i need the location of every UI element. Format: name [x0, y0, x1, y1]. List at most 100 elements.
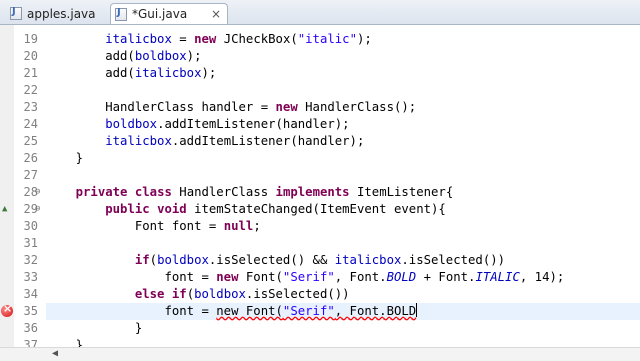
line-number: 30 [23, 219, 38, 233]
code-token: ); [356, 32, 372, 46]
code-line[interactable]: font = new Font("Serif", Font.BOLD + Fon… [46, 269, 564, 286]
code-token: HandlerClass(); [297, 100, 417, 114]
code-token: Font( [238, 270, 283, 284]
code-token: } [46, 321, 143, 335]
code-line[interactable]: italicbox = new JCheckBox("italic"); [46, 31, 372, 48]
code-line[interactable]: else if(boldbox.isSelected()) [46, 286, 350, 303]
code-line[interactable]: add(italicbox); [46, 65, 216, 82]
code-token: = [171, 32, 195, 46]
tab-gui-java[interactable]: *Gui.java × [110, 3, 228, 24]
code-token: italicbox [134, 66, 202, 80]
tab-label: apples.java [27, 6, 96, 21]
code-token: boldbox [157, 253, 209, 267]
code-token: italicbox [105, 134, 172, 148]
code-token: italicbox [105, 32, 172, 46]
code-token: boldbox [105, 117, 158, 131]
code-token: new [275, 100, 298, 114]
text-caret [416, 303, 418, 317]
code-line[interactable]: private class HandlerClass implements It… [46, 184, 454, 201]
code-token: if [134, 253, 150, 267]
code-line[interactable]: } [46, 150, 83, 167]
code-token: HandlerClass handler = [46, 100, 276, 114]
code-line[interactable]: add(boldbox); [46, 48, 201, 65]
scroll-left-icon[interactable]: ◀ [52, 348, 58, 359]
line-number: 27 [23, 168, 38, 182]
code-token: .isSelected()) [401, 253, 506, 267]
code-token: } [46, 151, 84, 165]
code-editor-area[interactable]: italicbox = new JCheckBox("italic"); add… [46, 25, 640, 352]
tab-apples-java[interactable]: apples.java [6, 3, 106, 24]
line-number-gutter: 19 20 21 22 23 24 25 26 27 28 29 30 31 32 33 34 35 36 37 ⊖ ⊖ [14, 25, 46, 352]
line-number: 19 [23, 32, 38, 46]
code-line[interactable]: boldbox.addItemListener(handler); [46, 116, 349, 133]
code-token: "italic" [297, 32, 357, 46]
code-token: ( [186, 287, 195, 301]
code-line[interactable]: if(boldbox.isSelected() && italicbox.isS… [46, 252, 505, 269]
override-indicator-icon: ▲ [2, 204, 8, 214]
line-number: 25 [23, 134, 38, 148]
code-line[interactable]: italicbox.addItemListener(handler); [46, 133, 364, 150]
fold-toggle-icon[interactable]: ⊖ [35, 204, 40, 214]
code-token: .isSelected() && [208, 253, 335, 267]
line-number: 36 [23, 321, 38, 335]
annotation-ruler: ▲ [0, 25, 14, 347]
line-number: 20 [23, 49, 38, 63]
code-token: + Font. [416, 270, 476, 284]
editor-tab-bar: apples.java *Gui.java × [0, 0, 640, 25]
line-number: 34 [23, 287, 38, 301]
line-number: 24 [23, 117, 38, 131]
line-number: 23 [23, 100, 38, 114]
code-token: else [134, 287, 165, 301]
code-line[interactable]: HandlerClass handler = new HandlerClass(… [46, 99, 416, 116]
code-token: ITALIC [475, 270, 520, 284]
horizontal-scrollbar[interactable]: ◀ [0, 347, 640, 361]
line-number: 31 [23, 236, 38, 250]
code-token: add( [46, 49, 135, 63]
code-token: "Serif" [282, 304, 335, 318]
line-number: 32 [23, 253, 38, 267]
code-token: Font font = [46, 219, 224, 233]
code-token: if [171, 287, 187, 301]
code-line[interactable]: Font font = null; [46, 218, 261, 235]
code-token: HandlerClass [171, 185, 276, 199]
code-token: boldbox [134, 49, 187, 63]
line-number: 35 [23, 304, 38, 318]
code-token: implements [275, 185, 350, 199]
code-token: JCheckBox( [216, 32, 298, 46]
code-token: itemStateChanged(ItemEvent event){ [186, 202, 446, 216]
code-token: ItemListener{ [349, 185, 454, 199]
close-tab-icon[interactable]: × [211, 7, 221, 21]
code-token: .isSelected()) [245, 287, 350, 301]
fold-toggle-icon[interactable]: ⊖ [35, 187, 40, 197]
code-token: font = [46, 270, 217, 284]
code-token: ); [201, 66, 217, 80]
code-token: BOLD [386, 270, 417, 284]
line-number: 26 [23, 151, 38, 165]
code-line[interactable]: public void itemStateChanged(ItemEvent e… [46, 201, 446, 218]
error-marker-icon[interactable] [1, 302, 13, 317]
code-line[interactable]: font = new Font("Serif", Font.BOLD [46, 303, 640, 320]
code-token: , 14); [519, 270, 565, 284]
tab-label: *Gui.java [132, 7, 188, 21]
code-token: new [194, 32, 217, 46]
code-token: add( [46, 66, 135, 80]
code-token: ( [149, 253, 158, 267]
code-token: void [157, 202, 187, 216]
code-token: new [216, 270, 239, 284]
code-token: "Serif" [282, 270, 335, 284]
code-token: font = [46, 304, 217, 318]
code-token: ); [186, 49, 202, 63]
line-number: 22 [23, 83, 38, 97]
code-token: new Font( [216, 304, 283, 318]
code-line[interactable]: } [46, 320, 142, 337]
line-number: 21 [23, 66, 38, 80]
code-token: boldbox [194, 287, 246, 301]
